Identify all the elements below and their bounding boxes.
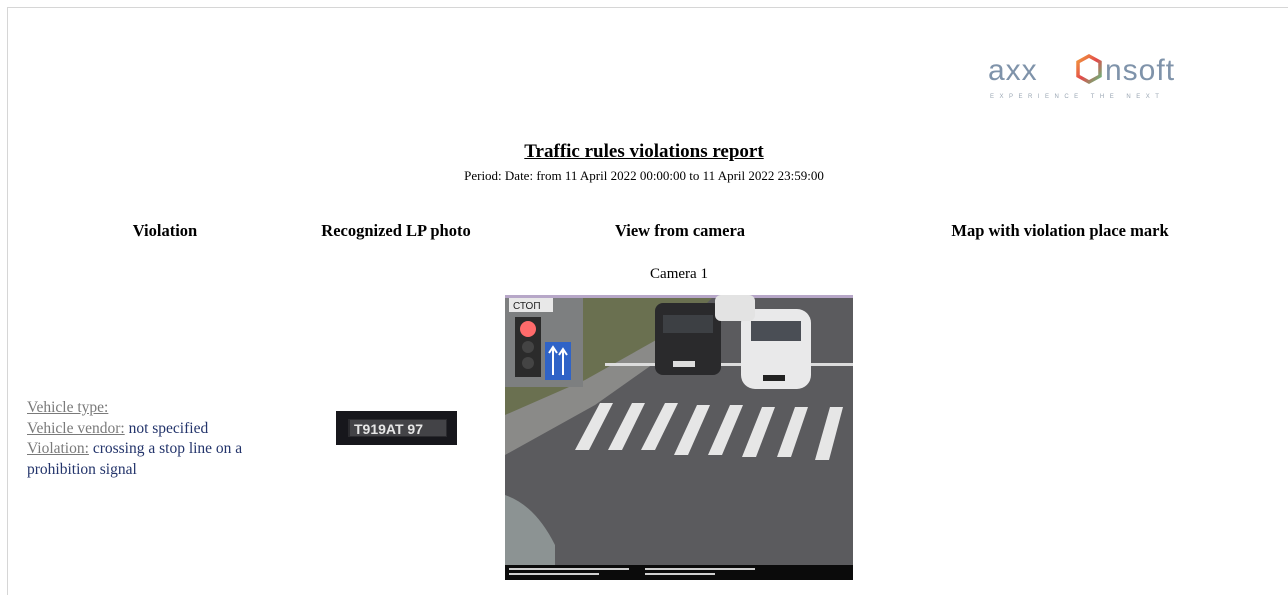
column-header-violation: Violation	[132, 221, 198, 240]
report-title: Traffic rules violations report	[524, 141, 764, 162]
recognized-license-plate-photo: T919AT 97	[336, 411, 457, 445]
camera-label: Camera 1	[650, 266, 708, 282]
camera-view-photo: СТОП	[505, 295, 853, 580]
scene-sign-text: СТОП	[513, 301, 541, 312]
vehicle-type-label[interactable]: Vehicle type:	[27, 399, 108, 416]
logo-text-left: axx	[988, 54, 1038, 87]
column-header-map: Map with violation place mark	[951, 221, 1169, 240]
column-header-camera-view: View from camera	[614, 221, 746, 240]
column-header-lp-photo: Recognized LP photo	[321, 221, 471, 240]
vehicle-vendor-value: not specified	[128, 419, 209, 437]
vehicle-vendor-row: Vehicle vendor: not specified	[27, 419, 302, 440]
violation-label[interactable]: Violation:	[27, 440, 89, 457]
logo-hexagon-icon	[1076, 54, 1102, 84]
vehicle-vendor-label[interactable]: Vehicle vendor:	[27, 420, 125, 437]
vehicle-type-row: Vehicle type:	[27, 398, 302, 419]
logo-tagline: EXPERIENCE THE NEXT	[990, 94, 1164, 100]
violation-row: Violation: crossing a stop line on a pro…	[27, 439, 302, 480]
violation-details: Vehicle type: Vehicle vendor: not specif…	[27, 398, 302, 480]
axxonsoft-logo: axx nsoft EXPERIENCE THE NEXT	[986, 50, 1226, 102]
plate-text: T919AT 97	[354, 421, 423, 437]
logo-text-right: nsoft	[1105, 54, 1175, 87]
report-period: Period: Date: from 11 April 2022 00:00:0…	[464, 168, 824, 183]
